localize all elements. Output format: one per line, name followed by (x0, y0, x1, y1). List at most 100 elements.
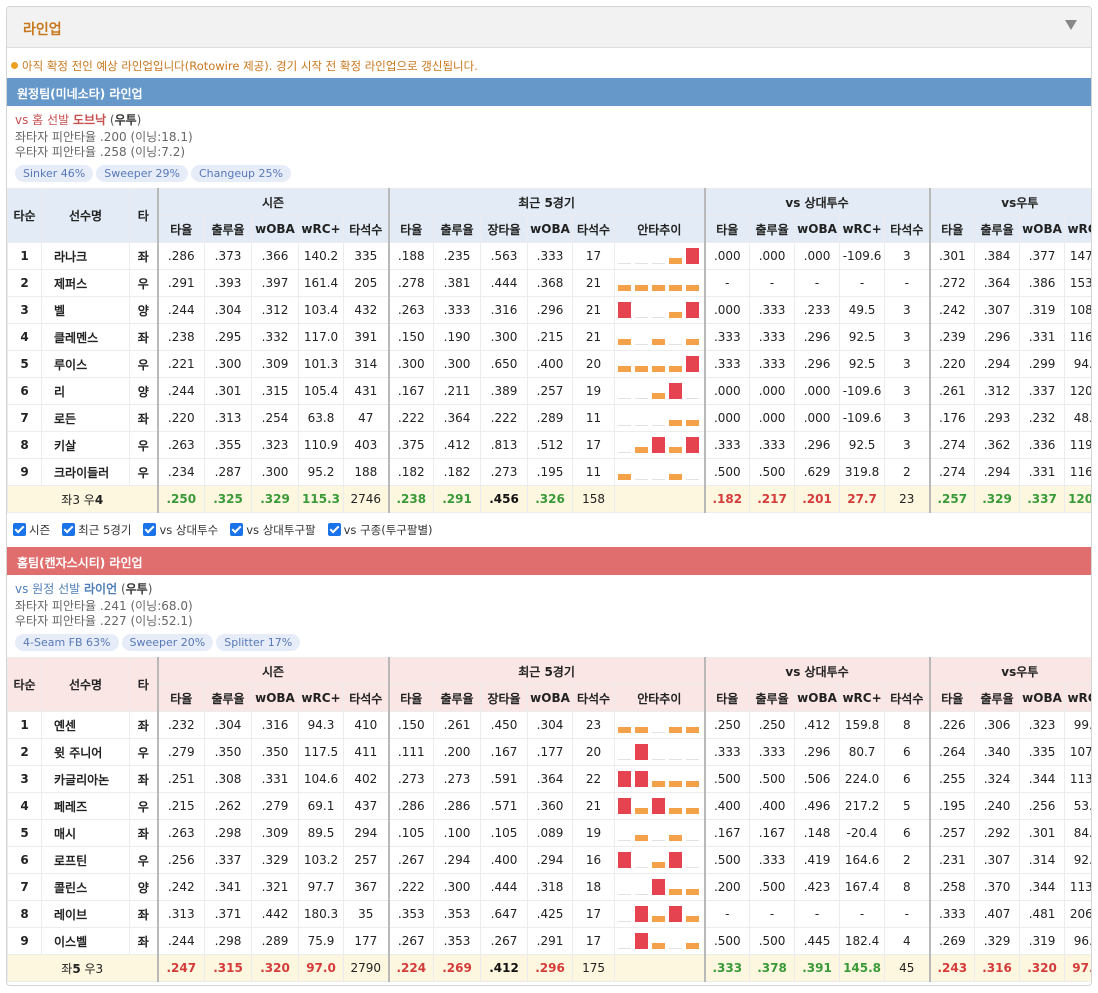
player-name[interactable]: 매시 (41, 819, 130, 847)
season-stat: .308 (204, 765, 252, 793)
vs-pitcher-stat: 3 (884, 431, 931, 459)
bat-hand: 우 (129, 792, 158, 820)
vs-pitcher-stat: .250 (703, 711, 751, 739)
checkbox-checked-icon[interactable] (13, 523, 26, 536)
toggle-recent[interactable]: 최근 5경기 (62, 522, 131, 538)
checkbox-checked-icon[interactable] (143, 523, 157, 536)
trend-bar (669, 948, 683, 949)
header-recent-col: wOBA (527, 684, 574, 712)
vs-prefix: vs 홈 선발 (15, 113, 70, 127)
trend-bar (635, 933, 649, 949)
trend-bar (669, 835, 683, 841)
trend-bar (635, 285, 649, 291)
player-name[interactable]: 크라이들러 (41, 458, 130, 486)
hand-close: ) (136, 113, 142, 127)
collapse-triangle-icon[interactable] (1065, 20, 1077, 30)
hit-trend (614, 296, 706, 324)
trend-bar (618, 771, 632, 787)
recent-stat: 17 (572, 927, 616, 955)
trend-bar (635, 727, 649, 733)
header-season-col: wOBA (251, 684, 299, 712)
vs-pitcher-stat: .500 (703, 458, 751, 486)
player-name[interactable]: 카글리아논 (41, 765, 130, 793)
vs-pitcher-stat: .296 (794, 431, 841, 459)
player-name[interactable]: 벨 (41, 296, 130, 324)
season-stat: 431 (342, 377, 390, 405)
panel-header[interactable]: 라인업 (7, 7, 1091, 48)
vs-pitcher-stat: .500 (703, 927, 751, 955)
season-stat: .244 (156, 377, 205, 405)
vs-hand-stat: 84.1 (1064, 819, 1091, 847)
recent-stat: .167 (480, 738, 529, 766)
toggle-vs-pitch[interactable]: vs 구종(투구팔별) (327, 522, 433, 538)
table-row: 1 옌센 좌 .232.304.316 94.3 410.150.261.450.304 2… (7, 711, 1091, 739)
season-stat: 103.4 (298, 296, 344, 324)
hit-trend-sparkline (618, 248, 700, 264)
player-name[interactable]: 제퍼스 (41, 269, 130, 297)
checkbox-checked-icon[interactable] (327, 523, 341, 536)
notice: 아직 확정 전인 예상 라인업입니다(Rotowire 제공). 경기 시작 전… (7, 48, 1091, 78)
player-name[interactable]: 루이스 (41, 350, 130, 378)
pitcher-name[interactable]: 라이언 (84, 582, 117, 596)
season-stat: 188 (342, 458, 390, 486)
table-row: 2윗 주니어 우 .279.350.350 117.5 411.111.200.167.… (7, 738, 1091, 766)
player-name[interactable]: 콜린스 (41, 873, 130, 901)
trend-bar (635, 771, 649, 787)
toggle-vs-pitcher[interactable]: vs 상대투수 (143, 522, 218, 538)
vs-hand-stat: .333 (928, 900, 976, 928)
table-row: 8 레이브 좌 .313.371.442 180.3 35.353.353.647.425… (7, 900, 1091, 928)
vs-hand-stat: 107.3 (1064, 738, 1091, 766)
notice-text: 아직 확정 전인 예상 라인업입니다(Rotowire 제공). 경기 시작 전… (22, 59, 478, 73)
vs-pitcher-stat: 4 (884, 927, 931, 955)
season-stat: 367 (342, 873, 390, 901)
trend-bar (618, 398, 632, 399)
season-stat: .300 (251, 458, 299, 486)
player-name[interactable]: 페레즈 (41, 792, 130, 820)
player-name[interactable]: 리 (41, 377, 130, 405)
season-stat: .215 (156, 792, 205, 820)
total-recent-stat: .296 (527, 954, 574, 982)
trend-bar (686, 398, 700, 399)
player-name[interactable]: 옌센 (41, 711, 130, 739)
hit-trend (614, 900, 706, 928)
player-name[interactable]: 로든 (41, 404, 130, 432)
toggle-season[interactable]: 시즌 (13, 522, 50, 538)
recent-stat: .381 (433, 269, 482, 297)
checkbox-checked-icon[interactable] (230, 523, 244, 536)
hit-trend (614, 846, 706, 874)
player-name[interactable]: 라나크 (41, 242, 130, 270)
vs-pitcher-stat: 49.5 (839, 296, 886, 324)
toggle-vs-arm[interactable]: vs 상대투구팔 (230, 522, 316, 538)
recent-stat: .571 (480, 792, 529, 820)
vs-hand-stat: 153.9 (1064, 269, 1091, 297)
header-season-col: wOBA (251, 215, 299, 243)
player-name[interactable]: 윗 주니어 (41, 738, 130, 766)
header-vs-pitcher-col: wOBA (794, 684, 841, 712)
pitcher-name[interactable]: 도브낙 (73, 113, 106, 127)
hand-summary: 좌3 우4 (7, 485, 158, 513)
vs-hand-stat: .231 (928, 846, 976, 874)
bat-hand: 좌 (129, 927, 158, 955)
season-stat: 314 (342, 350, 390, 378)
trend-bar (686, 437, 700, 453)
trend-bar (618, 339, 632, 345)
checkbox-checked-icon[interactable] (62, 523, 76, 536)
trend-bar (618, 452, 632, 453)
pitch-pill: Changeup 25% (190, 165, 291, 182)
hit-trend-sparkline (618, 852, 700, 868)
player-name[interactable]: 키살 (41, 431, 130, 459)
recent-stat: .215 (527, 323, 574, 351)
bat-hand: 양 (129, 873, 158, 901)
vs-hand-stat: .307 (974, 296, 1021, 324)
away-vs-pitcher: vs 홈 선발 도브낙 (우투) (15, 111, 1091, 128)
player-name[interactable]: 로프틴 (41, 846, 130, 874)
player-name[interactable]: 레이브 (41, 900, 130, 928)
bat-hand: 우 (129, 738, 158, 766)
recent-stat: .333 (527, 242, 574, 270)
vs-pitcher-stat: - (839, 900, 886, 928)
vs-pitcher-stat: .167 (703, 819, 751, 847)
player-name[interactable]: 클레멘스 (41, 323, 130, 351)
recent-stat: .273 (480, 458, 529, 486)
player-name[interactable]: 이스벨 (41, 927, 130, 955)
vs-pitcher-stat: 319.8 (839, 458, 886, 486)
